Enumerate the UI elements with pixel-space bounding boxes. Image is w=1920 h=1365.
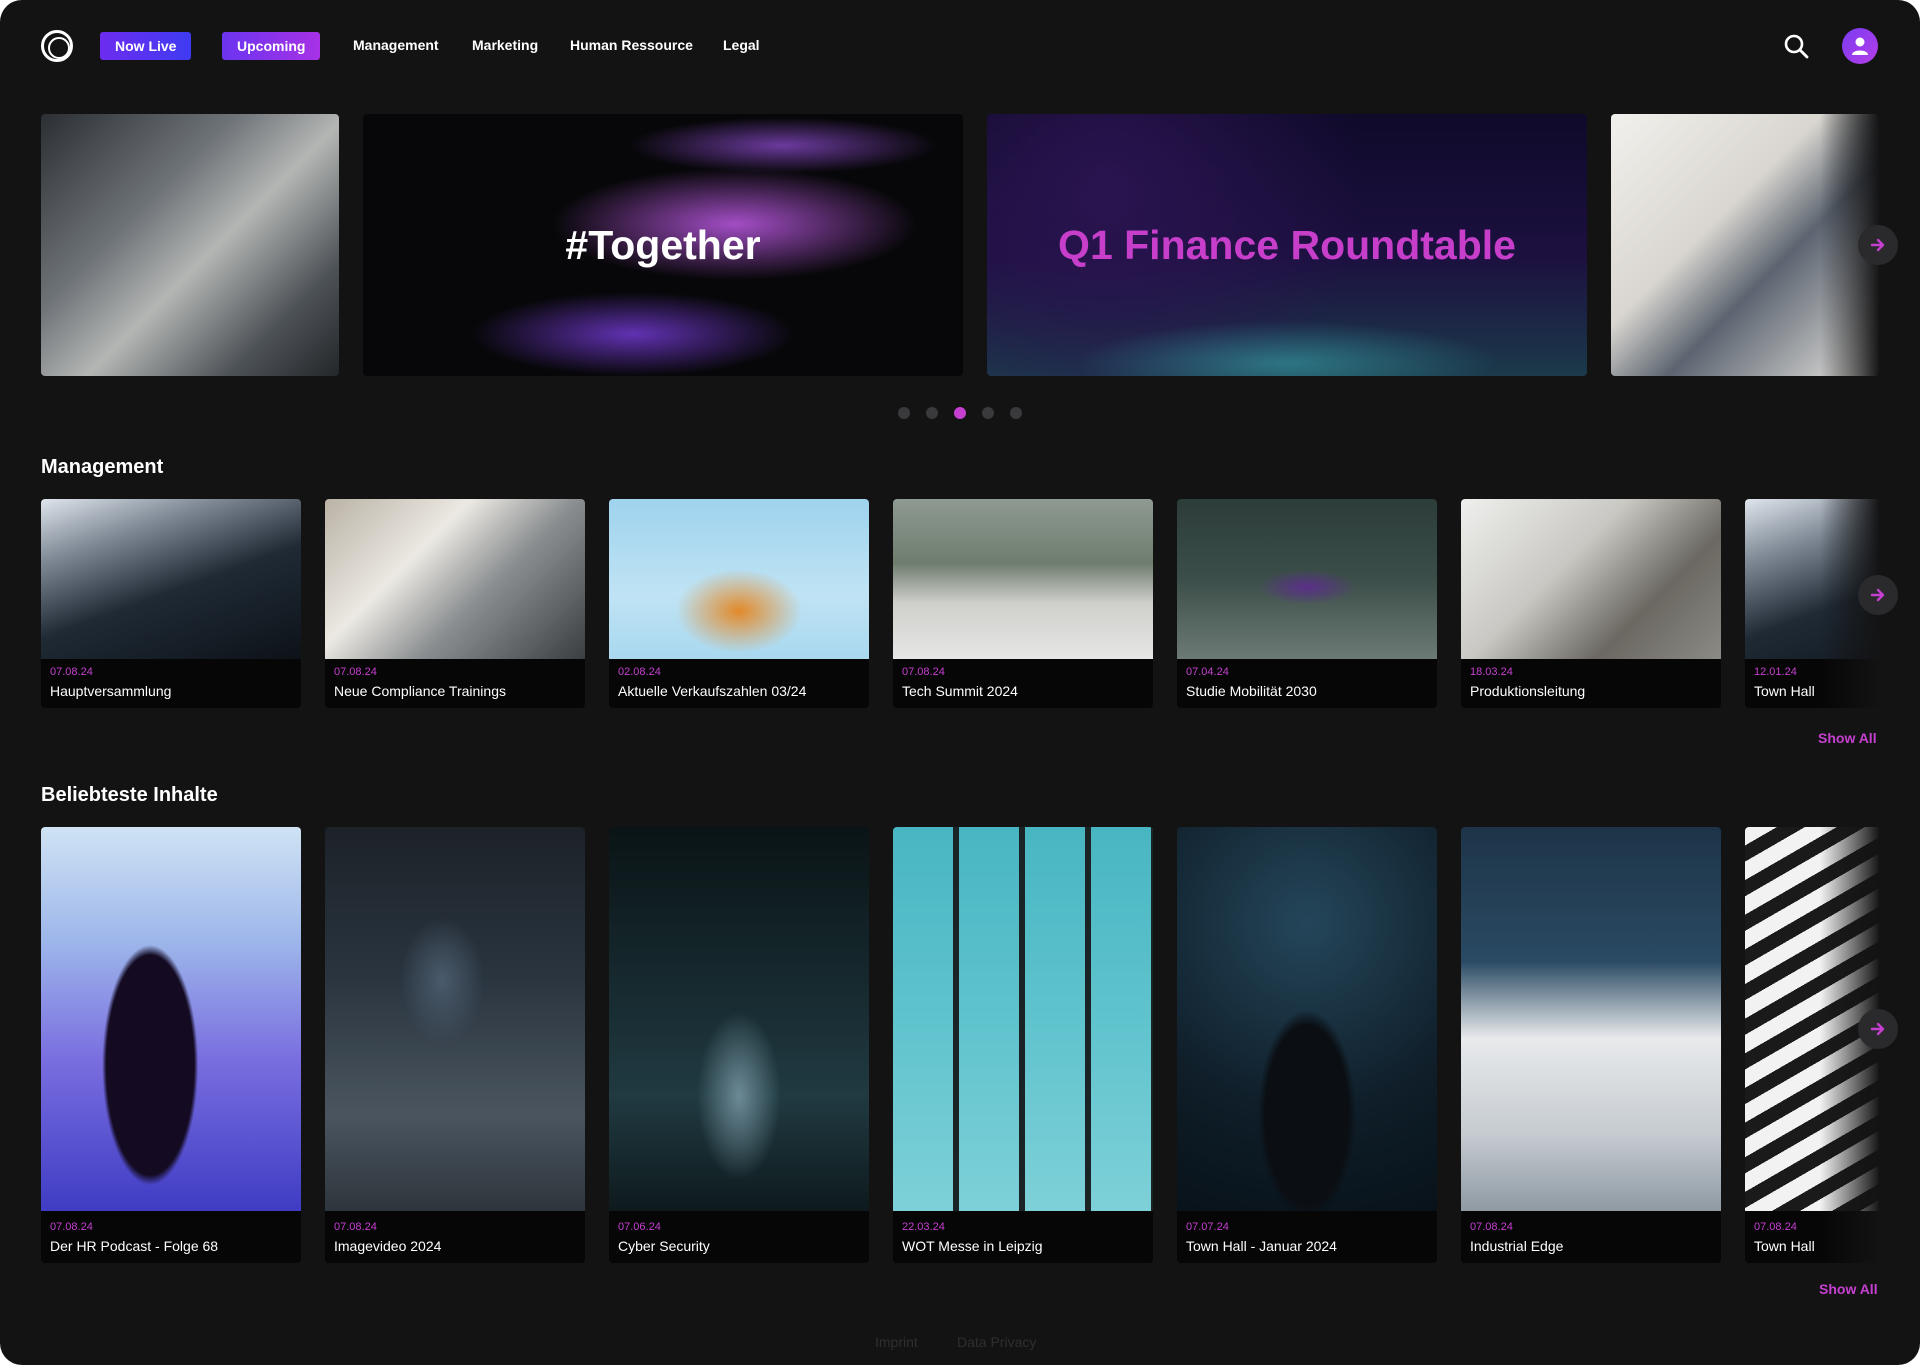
now-live-button[interactable]: Now Live xyxy=(100,32,192,60)
video-card[interactable]: 07.08.24 Imagevideo 2024 xyxy=(325,827,585,1263)
video-card[interactable]: 02.08.24 Aktuelle Verkaufszahlen 03/24 xyxy=(609,499,869,708)
video-title: Hauptversammlung xyxy=(50,683,172,699)
video-thumbnail xyxy=(41,499,301,659)
video-card[interactable]: 22.03.24 WOT Messe in Leipzig xyxy=(893,827,1153,1263)
video-date: 07.08.24 xyxy=(1754,1221,1797,1233)
video-title: Cyber Security xyxy=(618,1238,710,1254)
management-row: 07.08.24 Hauptversammlung 07.08.24 Neue … xyxy=(41,499,1879,708)
video-thumbnail xyxy=(1461,827,1721,1211)
hero-slide-together[interactable]: #Together xyxy=(363,114,963,376)
nav-item-legal[interactable]: Legal xyxy=(723,37,760,53)
video-title: Imagevideo 2024 xyxy=(334,1238,442,1254)
video-card[interactable]: 07.08.24 Industrial Edge xyxy=(1461,827,1721,1263)
video-date: 07.08.24 xyxy=(1470,1221,1513,1233)
video-date: 07.08.24 xyxy=(902,666,945,678)
video-thumbnail xyxy=(1177,827,1437,1211)
video-title: Aktuelle Verkaufszahlen 03/24 xyxy=(618,683,807,699)
video-thumbnail xyxy=(1177,499,1437,659)
video-card[interactable]: 07.08.24 Tech Summit 2024 xyxy=(893,499,1153,708)
video-title: Der HR Podcast - Folge 68 xyxy=(50,1238,219,1254)
logo-icon[interactable] xyxy=(41,30,73,62)
video-date: 07.08.24 xyxy=(334,666,377,678)
video-thumbnail xyxy=(609,499,869,659)
video-card[interactable]: 07.04.24 Studie Mobilität 2030 xyxy=(1177,499,1437,708)
management-show-all-link[interactable]: Show All xyxy=(1818,730,1877,746)
video-title: Town Hall xyxy=(1754,683,1815,699)
hero-slide-title: Q1 Finance Roundtable xyxy=(1058,222,1516,268)
video-thumbnail xyxy=(1461,499,1721,659)
top-navigation: Now Live Upcoming Management Marketing H… xyxy=(0,0,1920,92)
app-window: Now Live Upcoming Management Marketing H… xyxy=(0,0,1920,1365)
video-date: 07.08.24 xyxy=(50,666,93,678)
hero-slide-team-meeting[interactable] xyxy=(41,114,339,376)
popular-show-all-link[interactable]: Show All xyxy=(1819,1281,1878,1297)
arrow-right-icon xyxy=(1870,588,1885,602)
video-card[interactable]: 07.07.24 Town Hall - Januar 2024 xyxy=(1177,827,1437,1263)
video-title: WOT Messe in Leipzig xyxy=(902,1238,1043,1254)
video-title: Studie Mobilität 2030 xyxy=(1186,683,1317,699)
carousel-dot-active[interactable] xyxy=(954,407,966,419)
hero-slide-title: #Together xyxy=(565,222,761,268)
hero-slide-finance-roundtable[interactable]: Q1 Finance Roundtable xyxy=(987,114,1587,376)
nav-item-human-ressource[interactable]: Human Ressource xyxy=(570,37,693,53)
video-title: Neue Compliance Trainings xyxy=(334,683,506,699)
hero-next-button[interactable] xyxy=(1858,225,1898,265)
footer-imprint-link[interactable]: Imprint xyxy=(875,1334,918,1350)
video-date: 07.08.24 xyxy=(334,1221,377,1233)
video-card[interactable]: 07.08.24 Neue Compliance Trainings xyxy=(325,499,585,708)
video-thumbnail xyxy=(609,827,869,1211)
video-card[interactable]: 07.06.24 Cyber Security xyxy=(609,827,869,1263)
video-thumbnail xyxy=(325,499,585,659)
video-card[interactable]: 07.08.24 Hauptversammlung xyxy=(41,499,301,708)
hero-carousel: #Together Q1 Finance Roundtable xyxy=(41,114,1879,376)
video-card[interactable]: 07.08.24 Der HR Podcast - Folge 68 xyxy=(41,827,301,1263)
carousel-dot[interactable] xyxy=(982,407,994,419)
carousel-dot[interactable] xyxy=(1010,407,1022,419)
footer-privacy-link[interactable]: Data Privacy xyxy=(957,1334,1036,1350)
section-title-popular: Beliebteste Inhalte xyxy=(41,784,218,806)
video-title: Industrial Edge xyxy=(1470,1238,1564,1254)
search-icon[interactable] xyxy=(1783,33,1809,59)
video-thumbnail xyxy=(893,827,1153,1211)
video-date: 18.03.24 xyxy=(1470,666,1513,678)
video-card[interactable]: 18.03.24 Produktionsleitung xyxy=(1461,499,1721,708)
video-date: 02.08.24 xyxy=(618,666,661,678)
carousel-dot[interactable] xyxy=(926,407,938,419)
video-date: 07.07.24 xyxy=(1186,1221,1229,1233)
user-icon xyxy=(1852,37,1868,55)
nav-item-management[interactable]: Management xyxy=(353,37,439,53)
popular-next-button[interactable] xyxy=(1858,1009,1898,1049)
video-thumbnail xyxy=(325,827,585,1211)
video-date: 22.03.24 xyxy=(902,1221,945,1233)
video-title: Town Hall - Januar 2024 xyxy=(1186,1238,1337,1254)
popular-row: 07.08.24 Der HR Podcast - Folge 68 07.08… xyxy=(41,827,1879,1263)
arrow-right-icon xyxy=(1870,238,1885,252)
upcoming-button[interactable]: Upcoming xyxy=(222,32,321,60)
carousel-dot[interactable] xyxy=(898,407,910,419)
video-title: Produktionsleitung xyxy=(1470,683,1586,699)
video-date: 07.04.24 xyxy=(1186,666,1229,678)
management-next-button[interactable] xyxy=(1858,575,1898,615)
video-date: 12.01.24 xyxy=(1754,666,1797,678)
avatar[interactable] xyxy=(1842,28,1878,64)
nav-item-marketing[interactable]: Marketing xyxy=(472,37,538,53)
video-title: Town Hall xyxy=(1754,1238,1815,1254)
video-date: 07.06.24 xyxy=(618,1221,661,1233)
video-thumbnail xyxy=(893,499,1153,659)
video-thumbnail xyxy=(41,827,301,1211)
video-title: Tech Summit 2024 xyxy=(902,683,1018,699)
video-date: 07.08.24 xyxy=(50,1221,93,1233)
arrow-right-icon xyxy=(1870,1022,1885,1036)
section-title-management: Management xyxy=(41,456,164,478)
